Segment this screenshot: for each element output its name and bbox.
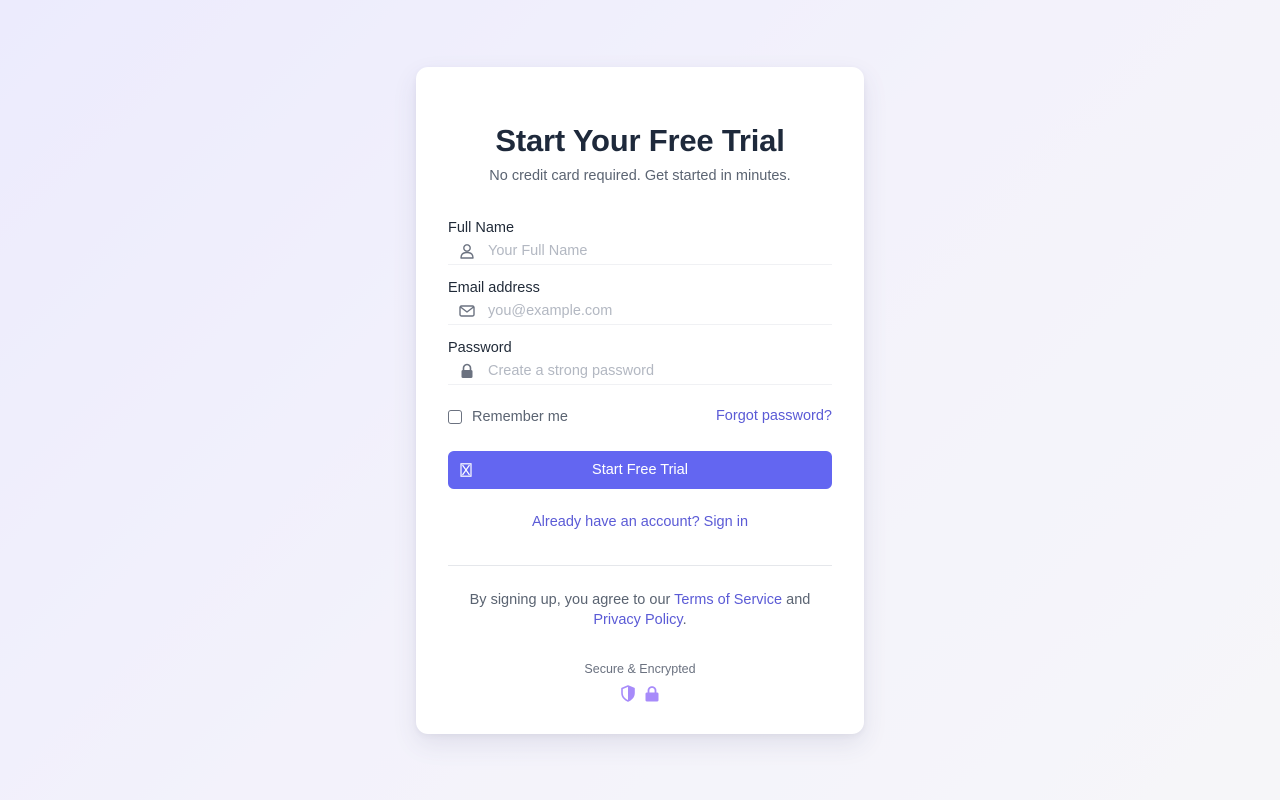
full-name-label: Full Name [448, 220, 515, 236]
hourglass-icon [460, 463, 472, 477]
password-input[interactable] [488, 360, 828, 382]
password-label: Password [448, 340, 512, 356]
page-subtitle: No credit card required. Get started in … [489, 168, 791, 184]
forgot-password-link[interactable]: Forgot password? [716, 408, 832, 424]
legal-prefix: By signing up, you agree to our [469, 592, 675, 608]
user-icon [459, 243, 475, 259]
lock-icon [459, 363, 475, 379]
email-field [448, 300, 832, 325]
full-name-input[interactable] [488, 240, 828, 262]
remember-me[interactable]: Remember me [448, 408, 568, 426]
page-title: Start Your Free Trial [495, 123, 785, 158]
terms-of-service-link[interactable]: Terms of Service [674, 592, 782, 608]
secure-encrypted-label: Secure & Encrypted [584, 662, 696, 676]
envelope-icon [459, 303, 475, 319]
legal-middle: and [782, 592, 811, 608]
remember-me-checkbox[interactable] [448, 410, 462, 424]
legal-text: By signing up, you agree to our Terms of… [456, 590, 824, 630]
signup-card: Start Your Free Trial No credit card req… [416, 67, 864, 734]
full-name-field [448, 240, 832, 265]
sign-in-link[interactable]: Already have an account? Sign in [416, 514, 864, 530]
remember-me-label: Remember me [472, 409, 568, 425]
privacy-policy-link[interactable]: Privacy Policy [593, 612, 682, 628]
start-free-trial-button[interactable]: Start Free Trial [448, 451, 832, 489]
lock-icon [644, 685, 660, 702]
password-field [448, 360, 832, 385]
email-input[interactable] [488, 300, 828, 322]
shield-icon [620, 685, 636, 702]
divider [448, 565, 832, 566]
start-free-trial-label: Start Free Trial [592, 462, 688, 478]
security-icons [416, 685, 864, 702]
email-label: Email address [448, 280, 540, 296]
legal-suffix: . [682, 612, 687, 628]
